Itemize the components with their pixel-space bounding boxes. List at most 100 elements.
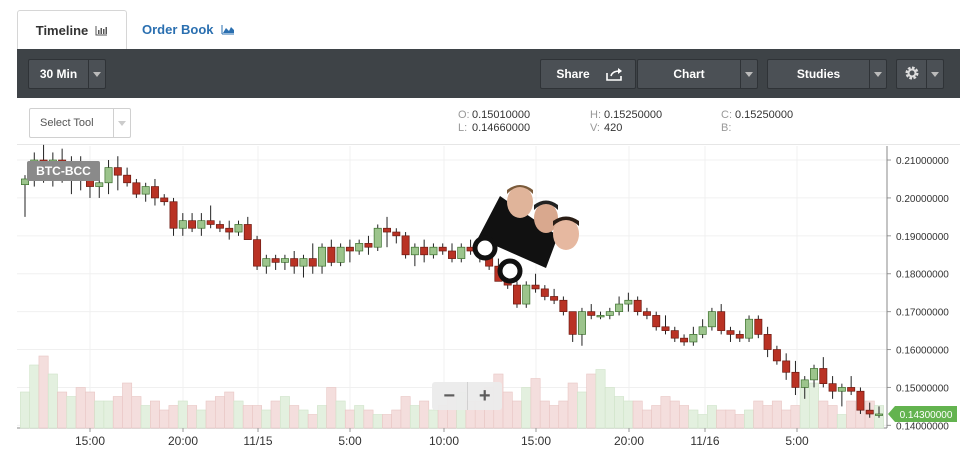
volume-bar — [818, 400, 829, 429]
candle-body — [754, 318, 763, 335]
candle-body — [577, 311, 586, 335]
volume-bar — [539, 400, 550, 429]
candle-body — [160, 197, 169, 203]
candle-body — [652, 315, 661, 328]
volume-bar — [94, 400, 105, 429]
volume-bar — [224, 391, 235, 429]
volume-bar — [586, 373, 597, 429]
candle-body — [856, 390, 865, 411]
candle-body — [271, 258, 280, 263]
candle-body — [689, 334, 698, 343]
volume-bar — [214, 396, 225, 429]
candle-body — [345, 246, 354, 252]
candle-body — [364, 243, 373, 248]
candle-body — [837, 387, 846, 392]
candle-body — [540, 288, 549, 297]
candle-body — [642, 311, 651, 316]
volume-bar — [279, 396, 290, 429]
candle-body — [624, 299, 633, 305]
volume-bar — [706, 405, 717, 429]
candle-body — [141, 186, 150, 195]
candle-body — [215, 224, 224, 229]
volume-bar — [131, 396, 142, 429]
volume-bar — [57, 391, 68, 429]
volume-bar — [632, 400, 643, 429]
candle-body — [197, 220, 206, 229]
candle-body — [457, 246, 466, 259]
candle-body — [772, 349, 781, 362]
volume-bar — [762, 405, 773, 429]
volume-bar — [66, 396, 77, 429]
candle-body — [875, 413, 883, 416]
volume-bar — [669, 400, 680, 429]
last-price-label: 0.14300000 — [900, 410, 953, 421]
candle-body — [123, 174, 132, 184]
volume-bar — [660, 396, 671, 429]
y-tick-label: 0.18000000 — [896, 270, 949, 281]
candle-body — [188, 220, 197, 229]
volume-bar — [112, 396, 123, 429]
volume-bar — [252, 405, 263, 429]
candle-body — [104, 167, 113, 184]
candle-body — [280, 258, 289, 263]
volume-bar — [577, 391, 587, 429]
candle-body — [169, 201, 178, 229]
volume-bar — [150, 400, 160, 429]
volume-bar — [289, 405, 300, 429]
zoom-out-button[interactable]: − — [432, 382, 468, 410]
candle-body — [392, 231, 401, 237]
volume-bar — [623, 400, 634, 429]
volume-bar — [530, 378, 541, 429]
volume-bar — [317, 405, 327, 429]
candle-body — [373, 227, 382, 248]
volume-bar — [567, 382, 578, 429]
volume-bar — [344, 409, 355, 429]
volume-bar — [641, 409, 652, 429]
volume-bar — [205, 400, 216, 429]
candle-body — [522, 284, 531, 305]
volume-bar — [75, 387, 86, 429]
x-tick-label: 10:00 — [429, 434, 459, 448]
candle-body — [680, 337, 689, 343]
volume-bar — [47, 373, 58, 429]
candle-body — [327, 246, 336, 263]
zoom-in-button[interactable]: + — [468, 382, 503, 410]
volume-bar — [261, 409, 272, 429]
volume-bar — [122, 382, 133, 429]
volume-bar — [140, 405, 151, 429]
volume-bar — [725, 409, 736, 429]
volume-bar — [688, 409, 699, 429]
volume-bar — [790, 405, 801, 429]
volume-bar — [307, 414, 318, 429]
volume-bar — [846, 400, 857, 429]
candle-body — [726, 330, 735, 335]
candle-body — [782, 360, 791, 373]
x-tick-label: 20:00 — [168, 434, 198, 448]
x-tick-label: 11/16 — [690, 434, 719, 448]
volume-bar — [233, 400, 244, 429]
volume-bar — [697, 414, 708, 429]
candle-body — [438, 246, 447, 252]
volume-bar — [428, 409, 439, 429]
candle-body — [661, 326, 670, 331]
volume-bar — [85, 391, 95, 429]
candle-body — [308, 258, 317, 267]
x-tick-label: 15:00 — [75, 434, 105, 448]
volume-bar — [502, 391, 513, 429]
candle-body — [178, 220, 187, 229]
volume-bar — [781, 409, 792, 429]
candle-body — [234, 224, 243, 233]
volume-bar — [196, 409, 207, 429]
candle-body — [290, 258, 299, 267]
symbol-label: BTC-BCC — [27, 161, 100, 181]
y-tick-label: 0.21000000 — [896, 156, 949, 167]
volume-bar — [521, 387, 532, 429]
volume-bar — [242, 405, 253, 429]
candle-body — [633, 299, 642, 312]
candle-body — [810, 368, 818, 381]
candle-body — [355, 243, 364, 252]
candle-body — [763, 334, 772, 350]
volume-bar — [614, 396, 625, 429]
candle-body — [847, 387, 856, 392]
volume-bar — [391, 409, 402, 429]
